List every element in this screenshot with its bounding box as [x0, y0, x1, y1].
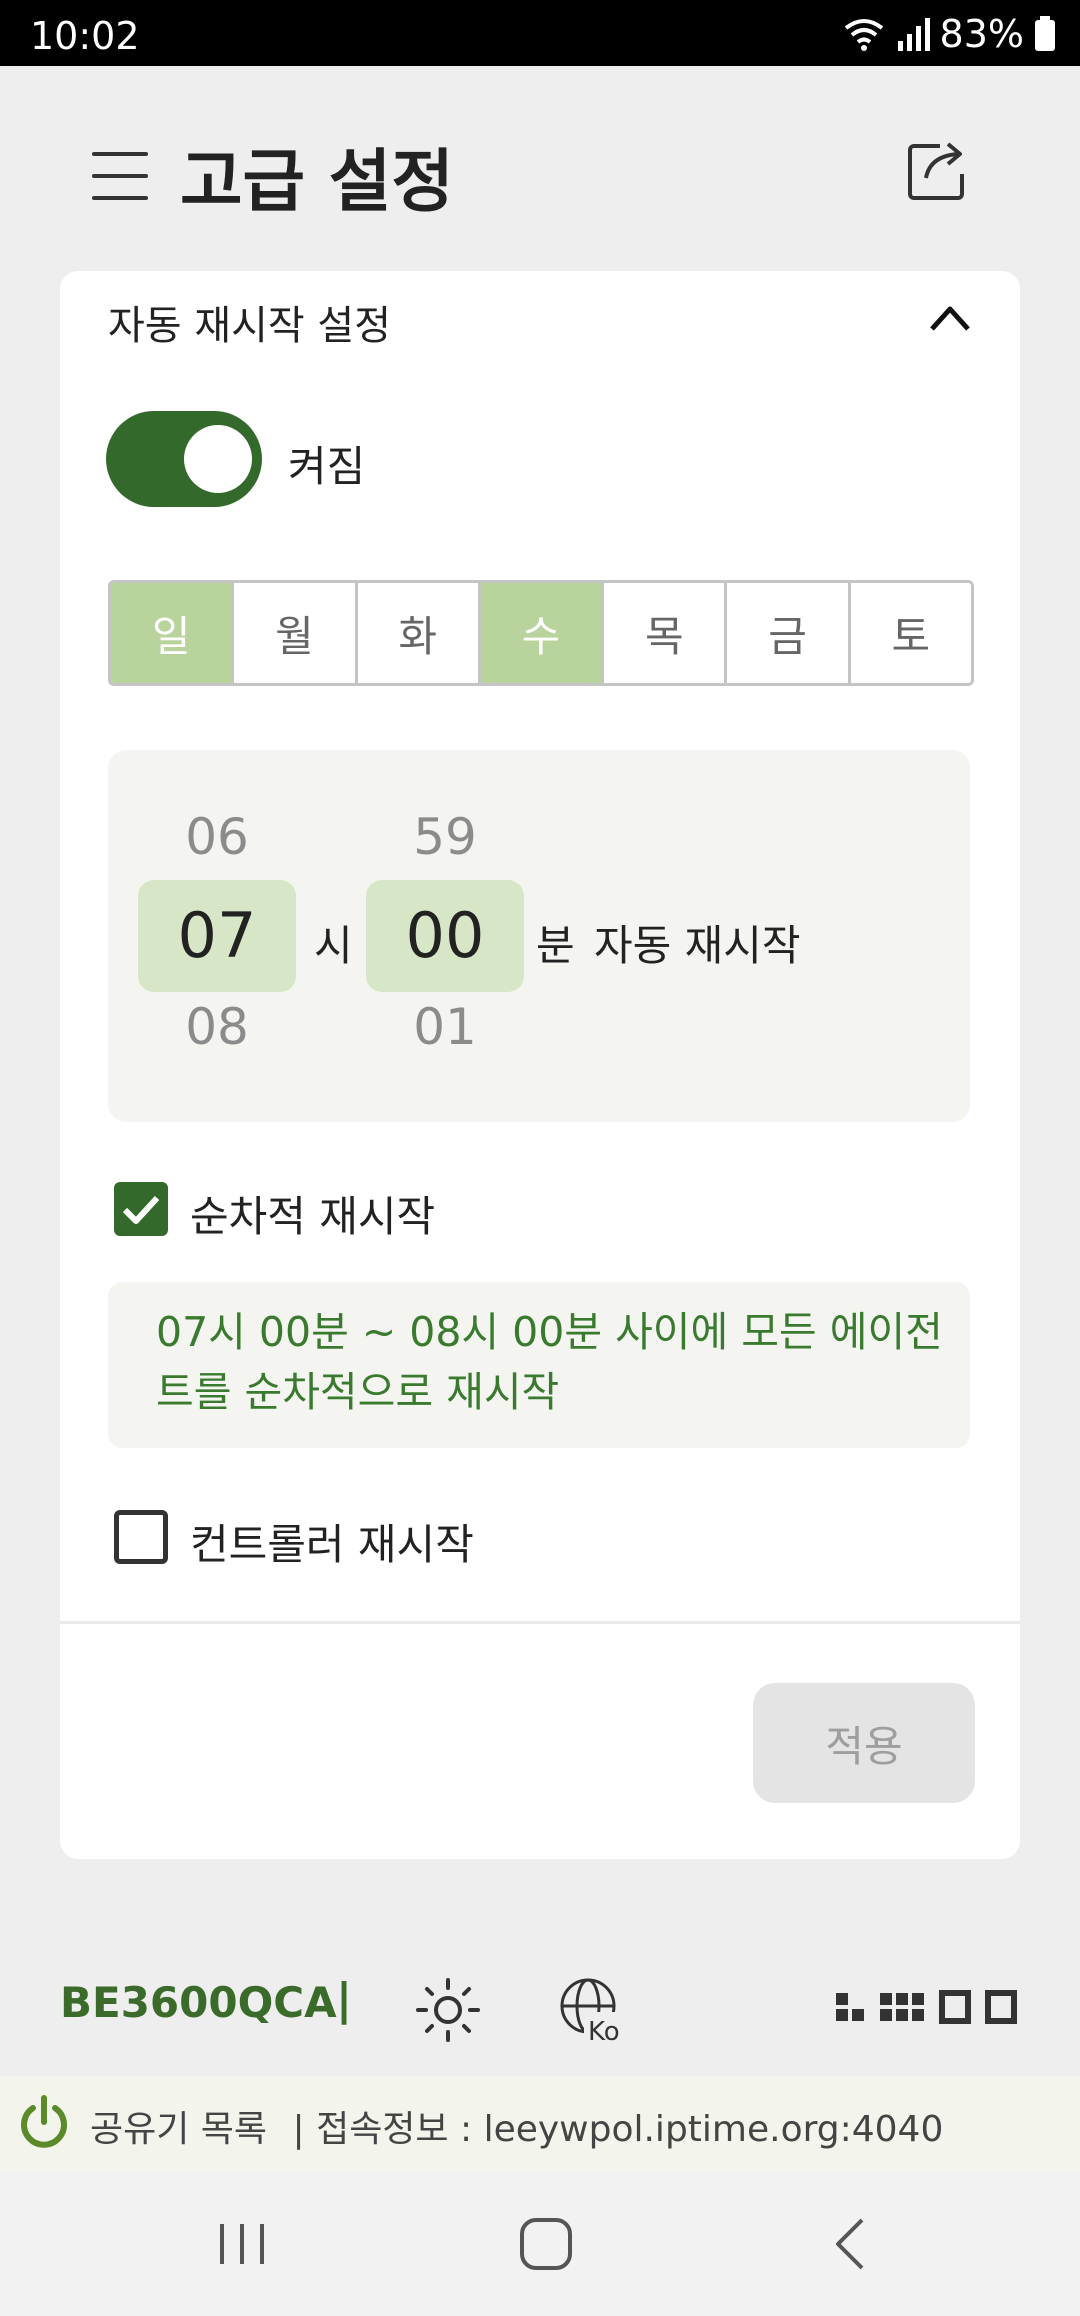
hamburger-icon[interactable] [92, 150, 148, 202]
connection-info: | 접속정보 : leeywpol.iptime.org:4040 [292, 2109, 944, 2150]
hour-current[interactable]: 07 [138, 880, 296, 992]
signal-icon [897, 18, 930, 51]
day-sat[interactable]: 토 [850, 583, 971, 683]
chevron-up-icon[interactable] [928, 303, 972, 333]
language-globe-icon[interactable]: Ko [558, 1976, 626, 2044]
battery-percent: 83% [939, 12, 1024, 56]
auto-restart-toggle[interactable] [106, 411, 262, 507]
controller-restart-checkbox[interactable] [114, 1510, 168, 1564]
apply-button[interactable]: 적용 [753, 1683, 975, 1803]
sequential-restart-label: 순차적 재시작 [190, 1192, 436, 1241]
section-title: 자동 재시작 설정 [108, 303, 392, 349]
controller-restart-label: 컨트롤러 재시작 [190, 1520, 474, 1569]
grid-layout-icon[interactable] [836, 1990, 1020, 2024]
hour-wheel[interactable]: 06 07 08 [138, 750, 296, 1122]
brightness-icon[interactable] [414, 1976, 482, 2044]
day-selector: 일 월 화 수 목 금 토 [108, 580, 974, 686]
status-time: 10:02 [30, 14, 140, 58]
wifi-icon [844, 19, 883, 51]
hour-next[interactable]: 08 [138, 998, 296, 1056]
time-suffix: 자동 재시작 [594, 921, 801, 970]
minute-unit: 분 [536, 921, 575, 970]
toggle-knob [184, 425, 252, 493]
time-picker: 06 07 08 시 59 00 01 분 자동 재시작 [108, 750, 970, 1122]
export-icon[interactable] [904, 138, 970, 204]
model-separator: | [336, 1974, 353, 2025]
day-thu[interactable]: 목 [604, 583, 728, 683]
battery-icon [1035, 16, 1055, 51]
info-box: 07시 00분 ~ 08시 00분 사이에 모든 에이전트를 순차적으로 재시작 [108, 1282, 970, 1448]
model-name: BE3600QCA [60, 1978, 337, 2027]
language-badge: Ko [588, 2017, 620, 2044]
minute-prev[interactable]: 59 [366, 808, 524, 866]
day-sun[interactable]: 일 [111, 583, 235, 683]
page-title: 고급 설정 [180, 143, 454, 222]
day-fri[interactable]: 금 [727, 583, 851, 683]
power-icon[interactable] [16, 2094, 72, 2150]
home-icon[interactable] [518, 2216, 574, 2272]
router-bar: 공유기 목록 | 접속정보 : leeywpol.iptime.org:4040 [0, 2076, 1080, 2172]
check-icon [122, 1195, 160, 1224]
minute-current[interactable]: 00 [366, 880, 524, 992]
back-icon[interactable] [830, 2216, 870, 2272]
status-bar: 10:02 83% [0, 0, 1080, 66]
minute-wheel[interactable]: 59 00 01 [366, 750, 524, 1122]
recent-apps-icon[interactable] [216, 2218, 268, 2270]
toggle-label: 켜짐 [288, 442, 366, 491]
hour-unit: 시 [314, 921, 353, 970]
day-tue[interactable]: 화 [357, 583, 481, 683]
status-icons: 83% [842, 12, 1056, 56]
sequential-restart-checkbox[interactable] [114, 1182, 168, 1236]
router-list-link[interactable]: 공유기 목록 [90, 2109, 267, 2150]
router-info: 공유기 목록 | 접속정보 : leeywpol.iptime.org:4040 [90, 2100, 943, 2152]
minute-next[interactable]: 01 [366, 998, 524, 1056]
auto-restart-card: 자동 재시작 설정 켜짐 일 월 화 수 목 금 토 06 07 08 시 59… [60, 271, 1020, 1859]
footer-bar: BE3600QCA | Ko [0, 1940, 1080, 2070]
system-nav-bar [0, 2172, 1080, 2316]
info-message: 07시 00분 ~ 08시 00분 사이에 모든 에이전트를 순차적으로 재시작 [156, 1308, 943, 1416]
day-mon[interactable]: 월 [234, 583, 358, 683]
divider [60, 1621, 1020, 1624]
app-header: 고급 설정 [0, 66, 1080, 271]
hour-prev[interactable]: 06 [138, 808, 296, 866]
day-wed[interactable]: 수 [480, 583, 605, 683]
